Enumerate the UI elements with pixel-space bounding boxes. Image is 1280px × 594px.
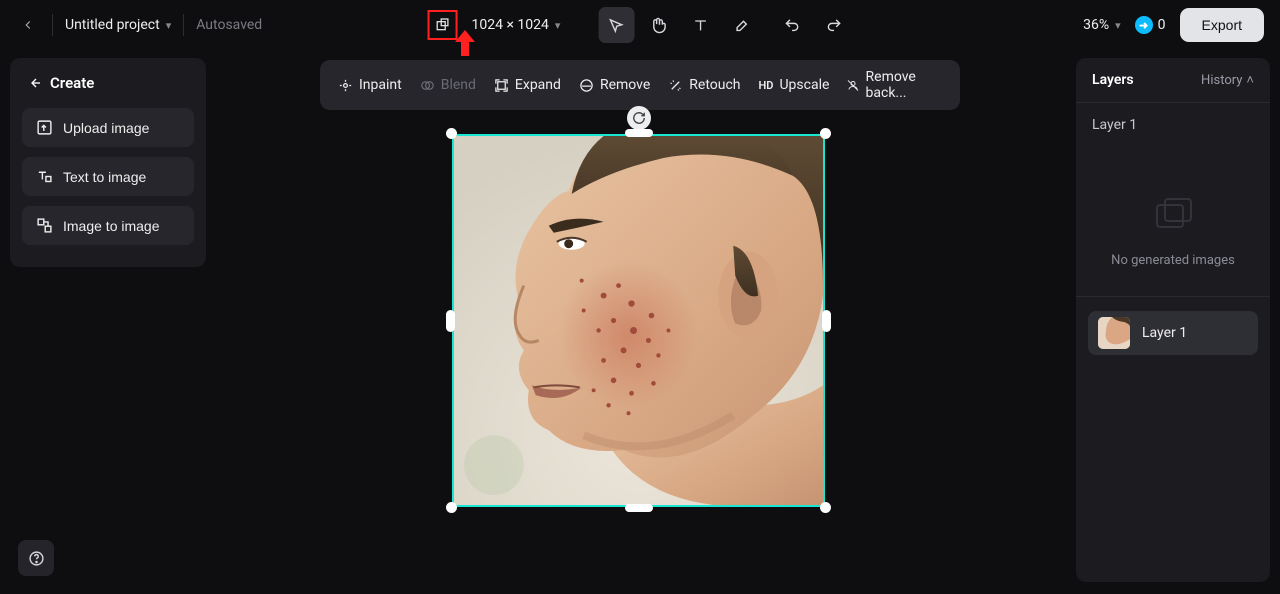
upload-image-label: Upload image xyxy=(63,120,149,136)
undo-button[interactable] xyxy=(774,7,810,43)
text-to-image-label: Text to image xyxy=(63,169,146,185)
canvas-image[interactable] xyxy=(452,134,825,507)
chevron-down-icon: ▾ xyxy=(555,19,561,32)
canvas-dimensions-dropdown[interactable]: 1024 × 1024 ▾ xyxy=(472,17,561,33)
chevron-up-icon: ˄ xyxy=(1246,72,1254,88)
canvas-size-button[interactable] xyxy=(428,10,458,40)
layer-item[interactable]: Layer 1 xyxy=(1088,311,1258,355)
canvas-dimensions: 1024 × 1024 xyxy=(472,17,549,33)
upload-icon xyxy=(36,119,53,136)
layer-item-name: Layer 1 xyxy=(1142,325,1187,341)
history-group xyxy=(774,7,852,43)
remove-label: Remove xyxy=(600,77,650,93)
text-to-image-icon xyxy=(36,168,53,185)
remove-bg-icon xyxy=(847,78,859,93)
blend-button: Blend xyxy=(420,77,476,93)
zoom-dropdown[interactable]: 36% ▾ xyxy=(1083,17,1121,33)
back-button[interactable] xyxy=(16,13,40,37)
remove-bg-label: Remove back... xyxy=(866,69,942,101)
top-center-tools: 1024 × 1024 ▾ xyxy=(428,0,853,50)
resize-handle-bottom[interactable] xyxy=(625,504,653,512)
inpaint-button[interactable]: Inpaint xyxy=(338,77,402,93)
credits-value: 0 xyxy=(1158,17,1166,33)
canvas-selection[interactable] xyxy=(452,134,825,507)
text-to-image-button[interactable]: Text to image xyxy=(22,157,194,196)
brush-tool[interactable] xyxy=(724,7,760,43)
remove-button[interactable]: Remove xyxy=(579,77,650,93)
context-toolbar: Inpaint Blend Expand Remove Retouch HD U… xyxy=(320,60,960,110)
credits-icon: ➜ xyxy=(1135,16,1153,34)
project-title: Untitled project xyxy=(65,17,160,33)
chevron-down-icon: ▾ xyxy=(1115,19,1121,32)
create-panel: Create Upload image Text to image Image … xyxy=(10,58,206,267)
divider xyxy=(52,14,53,36)
resize-handle-bl[interactable] xyxy=(446,502,457,513)
create-heading-text: Create xyxy=(50,74,94,92)
expand-icon xyxy=(494,78,509,93)
blend-icon xyxy=(420,78,435,93)
refresh-icon xyxy=(632,111,646,125)
export-button[interactable]: Export xyxy=(1180,8,1264,42)
inpaint-icon xyxy=(338,78,353,93)
layers-tab[interactable]: Layers xyxy=(1092,72,1134,88)
blend-label: Blend xyxy=(441,77,476,93)
regenerate-button[interactable] xyxy=(627,106,651,130)
pointer-tool[interactable] xyxy=(598,7,634,43)
retouch-icon xyxy=(668,78,683,93)
image-to-image-icon xyxy=(36,217,53,234)
chevron-down-icon: ▾ xyxy=(166,19,172,32)
redo-button[interactable] xyxy=(816,7,852,43)
current-layer-name: Layer 1 xyxy=(1076,103,1270,139)
right-panel-header: Layers History ˄ xyxy=(1076,58,1270,103)
credits-indicator[interactable]: ➜ 0 xyxy=(1135,16,1166,34)
resize-handle-tl[interactable] xyxy=(446,128,457,139)
project-title-dropdown[interactable]: Untitled project ▾ xyxy=(65,17,171,33)
retouch-label: Retouch xyxy=(689,77,740,93)
upscale-label: Upscale xyxy=(779,77,829,93)
upscale-button[interactable]: HD Upscale xyxy=(759,77,830,93)
resize-handle-top[interactable] xyxy=(625,129,653,137)
expand-button[interactable]: Expand xyxy=(494,77,561,93)
history-tab[interactable]: History ˄ xyxy=(1201,72,1254,88)
tool-group xyxy=(598,7,760,43)
expand-label: Expand xyxy=(515,77,561,93)
resize-handle-left[interactable] xyxy=(446,310,455,332)
image-to-image-button[interactable]: Image to image xyxy=(22,206,194,245)
no-generated-text: No generated images xyxy=(1111,253,1235,268)
no-generated-images: No generated images xyxy=(1076,139,1270,297)
empty-images-icon xyxy=(1151,195,1195,235)
resize-handle-right[interactable] xyxy=(822,310,831,332)
autosaved-status: Autosaved xyxy=(196,17,262,33)
hand-tool[interactable] xyxy=(640,7,676,43)
top-bar: Untitled project ▾ Autosaved 1024 × 1024… xyxy=(0,0,1280,50)
retouch-button[interactable]: Retouch xyxy=(668,77,740,93)
layer-thumbnail xyxy=(1098,317,1130,349)
remove-icon xyxy=(579,78,594,93)
resize-handle-tr[interactable] xyxy=(820,128,831,139)
text-tool[interactable] xyxy=(682,7,718,43)
help-button[interactable] xyxy=(18,540,54,576)
hd-badge: HD xyxy=(759,79,774,92)
upload-image-button[interactable]: Upload image xyxy=(22,108,194,147)
right-panel: Layers History ˄ Layer 1 No generated im… xyxy=(1076,58,1270,582)
history-tab-label: History xyxy=(1201,73,1242,88)
create-heading[interactable]: Create xyxy=(22,70,194,94)
resize-handle-br[interactable] xyxy=(820,502,831,513)
image-to-image-label: Image to image xyxy=(63,218,160,234)
divider xyxy=(183,14,184,36)
arrow-left-icon xyxy=(26,75,42,91)
inpaint-label: Inpaint xyxy=(359,77,402,93)
help-icon xyxy=(28,550,45,567)
top-right: 36% ▾ ➜ 0 Export xyxy=(1083,8,1264,42)
zoom-value: 36% xyxy=(1083,17,1109,33)
remove-background-button[interactable]: Remove back... xyxy=(847,69,942,101)
